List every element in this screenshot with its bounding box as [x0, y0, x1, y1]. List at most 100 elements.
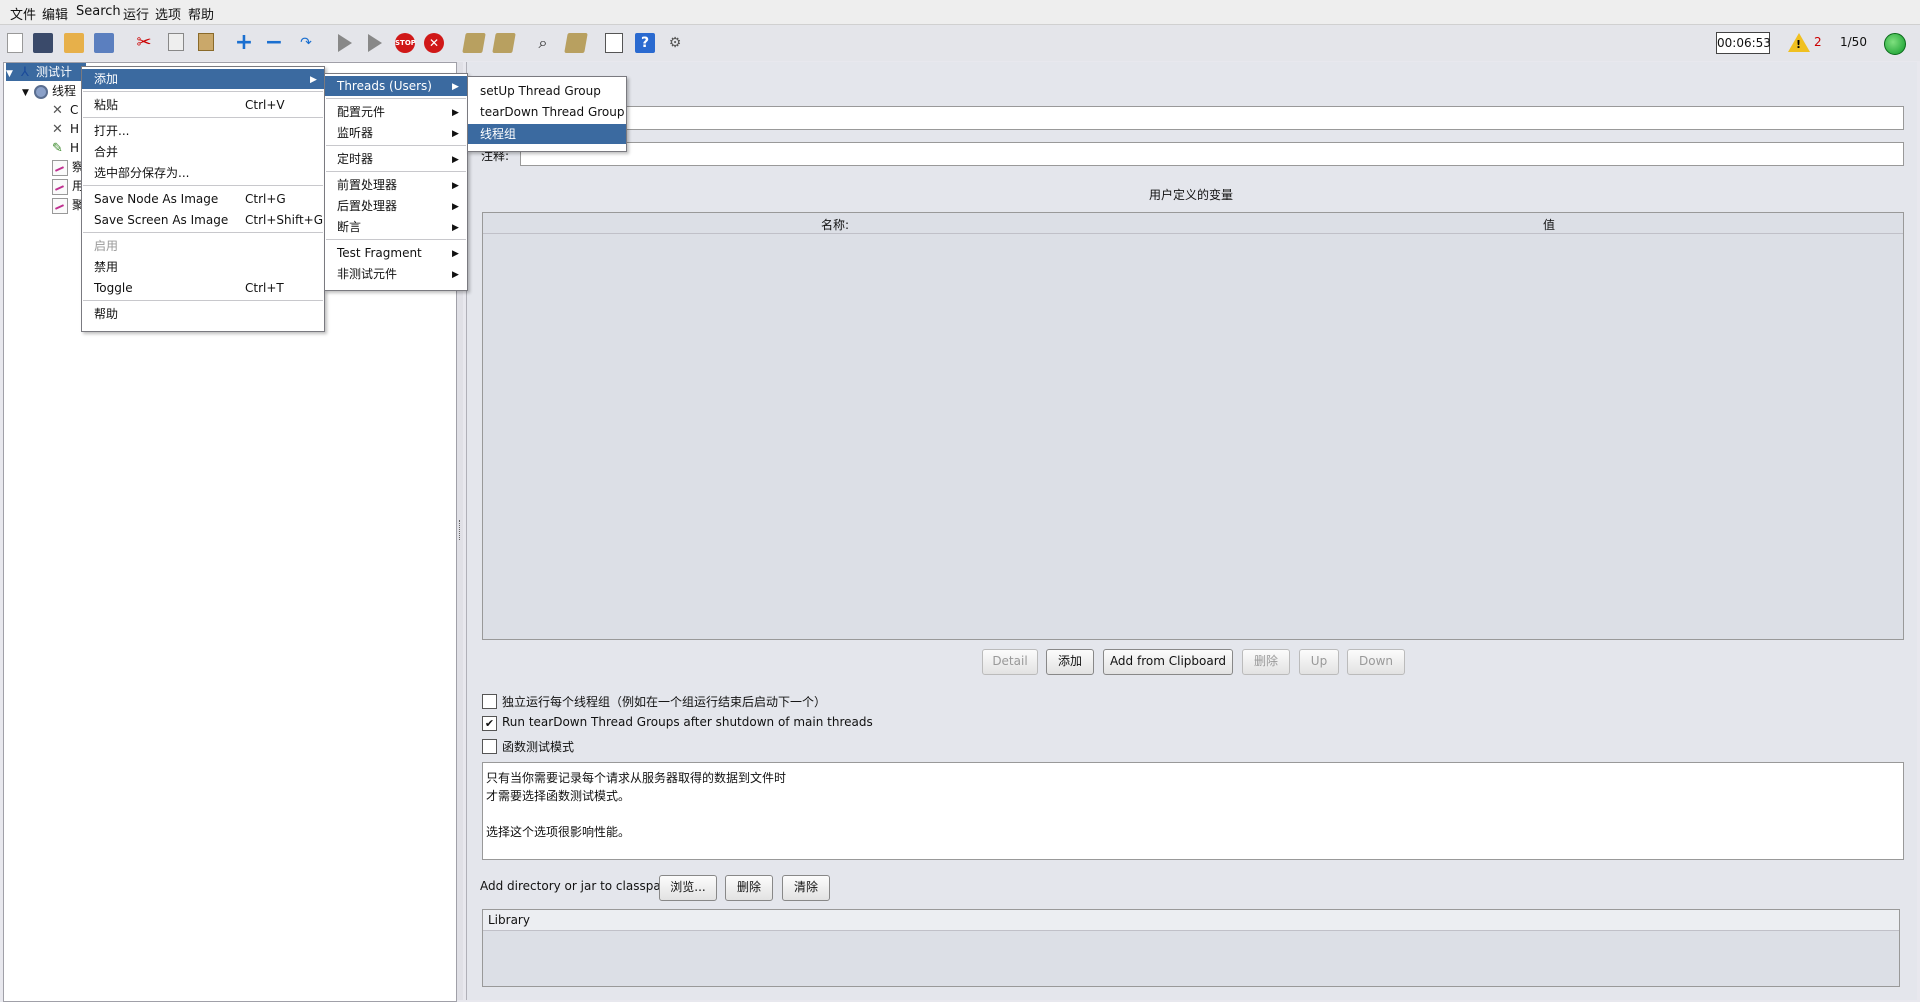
cut-icon[interactable]: ✂	[134, 33, 154, 53]
serialize-groups-label: 独立运行每个线程组（例如在一个组运行结束后启动下一个）	[502, 695, 827, 709]
submenu-item-threads[interactable]: Threads (Users) ▶	[325, 76, 467, 96]
classpath-label: Add directory or jar to classpath	[480, 879, 674, 893]
menu-help[interactable]: 帮助	[188, 4, 214, 23]
delete-button[interactable]: 删除	[1242, 649, 1290, 675]
menu-item-disable[interactable]: 禁用	[82, 257, 324, 277]
menu-item-enable[interactable]: 启用	[82, 236, 324, 256]
menu-item-open[interactable]: 打开...	[82, 121, 324, 141]
classpath-delete-button[interactable]: 删除	[725, 875, 773, 901]
expand-arrow-icon[interactable]: ▼	[6, 65, 18, 83]
clear-icon[interactable]	[462, 33, 486, 53]
expand-arrow-icon[interactable]: ▼	[22, 84, 34, 102]
name-field[interactable]	[626, 106, 1904, 130]
classpath-clear-button[interactable]: 清除	[782, 875, 830, 901]
new-file-icon[interactable]	[7, 33, 23, 53]
submenu-item-postprocessor[interactable]: 后置处理器 ▶	[325, 196, 467, 216]
submenu-item-thread-group[interactable]: 线程组	[468, 124, 626, 144]
tree-node-thread-group[interactable]: ▼ 线程	[22, 82, 82, 100]
menu-run[interactable]: 运行	[123, 4, 149, 23]
menu-file[interactable]: 文件	[10, 4, 36, 23]
menu-separator	[326, 171, 466, 172]
tree-node-http-defaults[interactable]: ✕ H	[52, 120, 79, 138]
up-button[interactable]: Up	[1299, 649, 1339, 675]
submenu-item-config[interactable]: 配置元件 ▶	[325, 102, 467, 122]
listener-icon	[52, 159, 68, 176]
tree-node-http-request[interactable]: ✎ H	[52, 139, 79, 157]
start-icon[interactable]	[338, 34, 352, 52]
menu-item-toggle[interactable]: Toggle Ctrl+T	[82, 278, 324, 298]
tree-node-listener-2[interactable]: 用	[52, 177, 84, 195]
split-grip-icon[interactable]	[459, 520, 462, 540]
submenu-item-setup-thread-group[interactable]: setUp Thread Group	[468, 81, 626, 101]
threads-submenu: setUp Thread Group tearDown Thread Group…	[467, 76, 627, 152]
reset-search-icon[interactable]	[564, 33, 588, 53]
toggle-icon[interactable]: ↷	[296, 33, 316, 53]
tree-node-listener-1[interactable]: 察	[52, 158, 84, 176]
submenu-item-assertion[interactable]: 断言 ▶	[325, 217, 467, 237]
open-folder-icon[interactable]	[64, 33, 84, 53]
submenu-item-timer[interactable]: 定时器 ▶	[325, 149, 467, 169]
submenu-item-test-fragment[interactable]: Test Fragment ▶	[325, 243, 467, 263]
submenu-item-non-test[interactable]: 非测试元件 ▶	[325, 264, 467, 284]
stop-icon[interactable]: STOP	[395, 33, 416, 53]
menu-separator	[83, 117, 323, 118]
serialize-groups-checkbox[interactable]	[482, 694, 497, 709]
menu-search[interactable]: Search	[76, 4, 121, 19]
listener-icon	[52, 197, 68, 214]
copy-icon[interactable]	[168, 33, 184, 51]
collapse-all-icon[interactable]: −	[264, 32, 284, 54]
paste-icon[interactable]	[198, 33, 214, 51]
submenu-arrow-icon: ▶	[452, 270, 459, 280]
function-helper-icon[interactable]	[605, 33, 623, 53]
submenu-arrow-icon: ▶	[452, 202, 459, 212]
functional-mode-label: 函数测试模式	[502, 740, 575, 754]
submenu-arrow-icon: ▶	[452, 108, 459, 118]
shutdown-icon[interactable]: ✕	[424, 33, 444, 53]
menu-item-paste[interactable]: 粘贴 Ctrl+V	[82, 95, 324, 115]
add-from-clipboard-button[interactable]: Add from Clipboard	[1103, 649, 1233, 675]
functional-mode-checkbox[interactable]	[482, 739, 497, 754]
menu-item-save-node-image[interactable]: Save Node As Image Ctrl+G	[82, 189, 324, 209]
submenu-item-preprocessor[interactable]: 前置处理器 ▶	[325, 175, 467, 195]
teardown-checkbox[interactable]: ✔	[482, 716, 497, 731]
functional-mode-info: 只有当你需要记录每个请求从服务器取得的数据到文件时 才需要选择函数测试模式。 选…	[482, 762, 1904, 860]
browse-button[interactable]: 浏览...	[659, 875, 717, 901]
templates-icon[interactable]	[33, 33, 53, 53]
menu-item-add[interactable]: 添加 ▶	[82, 69, 324, 89]
submenu-item-teardown-thread-group[interactable]: tearDown Thread Group	[468, 102, 626, 122]
menu-item-merge[interactable]: 合并	[82, 142, 324, 162]
active-threads: 1/50	[1840, 35, 1867, 49]
menu-separator	[326, 239, 466, 240]
menu-options[interactable]: 选项	[155, 4, 181, 23]
help-icon[interactable]: ?	[635, 33, 655, 53]
teardown-label: Run tearDown Thread Groups after shutdow…	[502, 715, 873, 729]
save-icon[interactable]	[94, 33, 114, 53]
comment-field[interactable]	[520, 142, 1904, 166]
expand-all-icon[interactable]: +	[234, 32, 254, 54]
tree-node-test-plan[interactable]: ▼ ⅄ 测试计	[6, 63, 86, 81]
menu-separator	[83, 300, 323, 301]
context-menu: 添加 ▶ 粘贴 Ctrl+V 打开... 合并 选中部分保存为... Save …	[81, 66, 325, 332]
remote-icon[interactable]: ⚙	[665, 33, 685, 53]
clear-all-icon[interactable]	[492, 33, 516, 53]
col-value-header[interactable]: 值	[1543, 216, 1555, 233]
menu-edit[interactable]: 编辑	[42, 4, 68, 23]
binoculars-icon[interactable]: ⌕	[533, 33, 553, 53]
tree-node-config[interactable]: ✕ C	[52, 101, 78, 119]
submenu-item-listener[interactable]: 监听器 ▶	[325, 123, 467, 143]
menu-item-save-selection[interactable]: 选中部分保存为...	[82, 163, 324, 183]
start-no-pause-icon[interactable]	[368, 34, 382, 52]
col-name-header[interactable]: 名称:	[821, 216, 849, 233]
listener-icon	[52, 178, 68, 195]
info-line: 才需要选择函数测试模式。	[486, 789, 631, 803]
library-table[interactable]: Library	[482, 909, 1900, 987]
down-button[interactable]: Down	[1347, 649, 1405, 675]
submenu-arrow-icon: ▶	[452, 155, 459, 165]
menu-item-help[interactable]: 帮助	[82, 304, 324, 324]
add-button[interactable]: 添加	[1046, 649, 1094, 675]
detail-button[interactable]: Detail	[982, 649, 1038, 675]
user-vars-table[interactable]: 名称: 值	[482, 212, 1904, 640]
tree-node-listener-3[interactable]: 聚	[52, 196, 84, 214]
menu-item-save-screen-image[interactable]: Save Screen As Image Ctrl+Shift+G	[82, 210, 324, 230]
menu-separator	[83, 232, 323, 233]
